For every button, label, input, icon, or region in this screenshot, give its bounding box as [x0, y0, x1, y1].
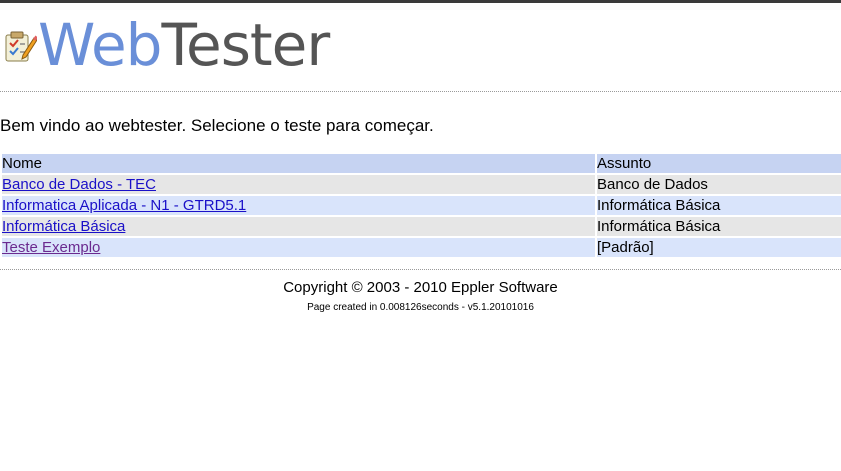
test-subject-cell: Informática Básica: [597, 196, 841, 215]
tests-table: Nome Assunto Banco de Dados - TEC Banco …: [0, 152, 841, 259]
table-row: Informatica Aplicada - N1 - GTRD5.1 Info…: [2, 196, 841, 215]
column-header-nome: Nome: [2, 154, 595, 173]
logo-word-tester: Tester: [161, 11, 330, 79]
table-row: Informática Básica Informática Básica: [2, 217, 841, 236]
test-name-cell: Banco de Dados - TEC: [2, 175, 595, 194]
notepad-pencil-icon: [3, 29, 38, 63]
page-generation-info: Page created in 0.008126seconds - v5.1.2…: [307, 302, 534, 313]
table-row: Teste Exemplo [Padrão]: [2, 238, 841, 257]
test-name-cell: Informática Básica: [2, 217, 595, 236]
test-name-cell: Informatica Aplicada - N1 - GTRD5.1: [2, 196, 595, 215]
test-link-informatica-aplicada[interactable]: Informatica Aplicada - N1 - GTRD5.1: [2, 197, 246, 214]
column-header-assunto: Assunto: [597, 154, 841, 173]
table-row: Banco de Dados - TEC Banco de Dados: [2, 175, 841, 194]
app-logo: WebTester: [38, 9, 330, 81]
test-subject-cell: [Padrão]: [597, 238, 841, 257]
header: WebTester: [0, 3, 841, 83]
table-header-row: Nome Assunto: [2, 154, 841, 173]
copyright-text: Copyright © 2003 - 2010 Eppler Software: [283, 279, 558, 296]
test-name-cell: Teste Exemplo: [2, 238, 595, 257]
divider-bottom: [0, 269, 841, 270]
divider-top: [0, 91, 841, 92]
test-subject-cell: Informática Básica: [597, 217, 841, 236]
welcome-message: Bem vindo ao webtester. Selecione o test…: [0, 116, 434, 135]
test-subject-cell: Banco de Dados: [597, 175, 841, 194]
test-link-banco-de-dados[interactable]: Banco de Dados - TEC: [2, 176, 156, 193]
test-link-teste-exemplo[interactable]: Teste Exemplo: [2, 239, 100, 256]
test-link-informatica-basica[interactable]: Informática Básica: [2, 218, 125, 235]
logo-word-web: Web: [38, 11, 162, 79]
